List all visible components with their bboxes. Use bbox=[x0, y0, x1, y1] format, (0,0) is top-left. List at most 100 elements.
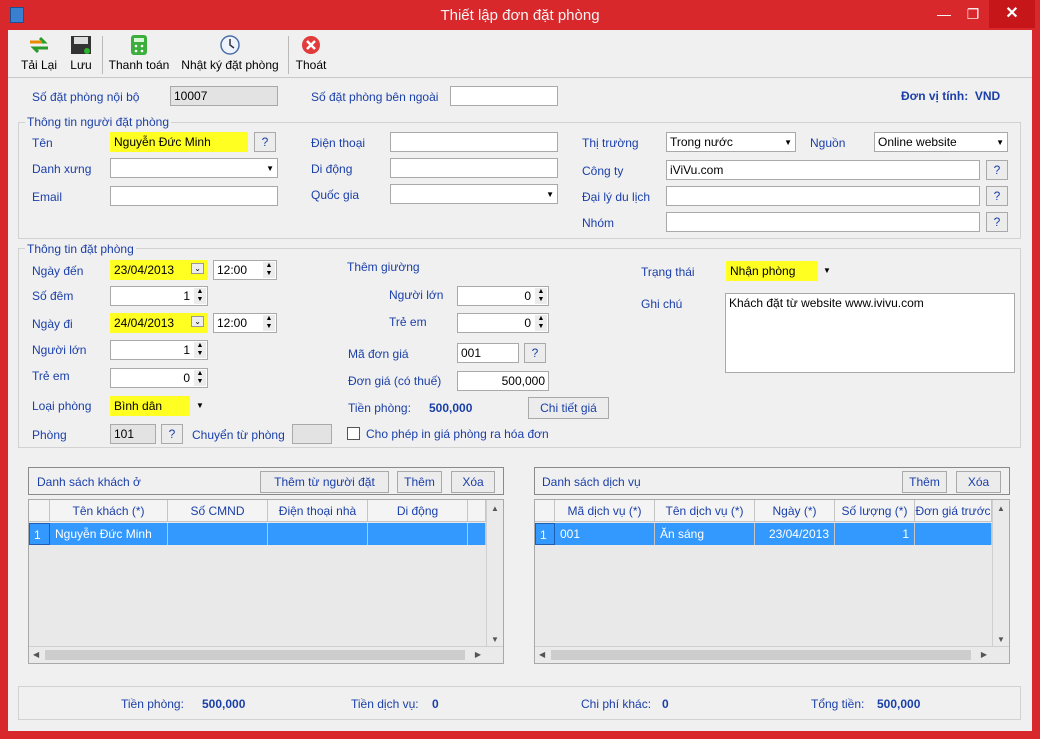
add-from-booker-button[interactable]: Thêm từ người đặt bbox=[260, 471, 389, 493]
company-input[interactable]: iViVu.com bbox=[666, 160, 980, 180]
row-index: 1 bbox=[535, 523, 555, 545]
spinner-icon[interactable]: ▲ ▼ bbox=[263, 262, 275, 278]
internal-booking-label: Số đặt phòng nội bộ bbox=[32, 90, 140, 104]
rate-code-input[interactable]: 001 bbox=[457, 343, 519, 363]
nights-stepper[interactable]: 1 ▲ ▼ bbox=[110, 286, 208, 306]
extra-children-stepper[interactable]: 0 ▲ ▼ bbox=[457, 313, 549, 333]
source-select[interactable]: Online website ▼ bbox=[874, 132, 1008, 152]
spinner-icon[interactable]: ▲ ▼ bbox=[535, 315, 547, 331]
company-lookup-button[interactable]: ? bbox=[986, 160, 1008, 180]
horizontal-scrollbar[interactable]: ◀ ▶ bbox=[535, 646, 1009, 663]
rate-code-lookup-button[interactable]: ? bbox=[524, 343, 546, 363]
close-button[interactable]: ✕ bbox=[989, 0, 1035, 28]
group-lookup-button[interactable]: ? bbox=[986, 212, 1008, 232]
vertical-scrollbar[interactable]: ▲ ▼ bbox=[486, 500, 503, 646]
minimize-icon[interactable]: — bbox=[930, 0, 958, 28]
services-title: Danh sách dịch vụ bbox=[542, 475, 641, 489]
col-service-price[interactable]: Đơn giá trước bbox=[915, 500, 992, 522]
col-service-name[interactable]: Tên dịch vụ (*) bbox=[655, 500, 755, 522]
extra-bed-label: Thêm giường bbox=[347, 260, 420, 274]
note-textarea[interactable]: Khách đặt từ website www.ivivu.com bbox=[725, 293, 1015, 373]
service-name-cell[interactable]: Ăn sáng bbox=[655, 523, 755, 545]
agent-input[interactable] bbox=[666, 186, 980, 206]
pay-button[interactable]: Thanh toán bbox=[107, 32, 171, 76]
arrive-label: Ngày đến bbox=[32, 264, 84, 278]
depart-date-picker[interactable]: 24/04/2013 ⌄ bbox=[110, 313, 208, 333]
roomtype-select[interactable]: Bình dân bbox=[110, 396, 190, 416]
spinner-icon[interactable]: ▲ ▼ bbox=[263, 315, 275, 331]
col-service-date[interactable]: Ngày (*) bbox=[755, 500, 835, 522]
group-input[interactable] bbox=[666, 212, 980, 232]
print-price-checkbox[interactable] bbox=[347, 427, 360, 440]
note-label: Ghi chú bbox=[641, 297, 683, 311]
table-row[interactable]: 1 001 Ăn sáng 23/04/2013 1 bbox=[535, 523, 992, 545]
name-lookup-button[interactable]: ? bbox=[254, 132, 276, 152]
footer-other-value: 0 bbox=[662, 697, 669, 711]
chevron-down-icon[interactable]: ▼ bbox=[823, 266, 831, 275]
chevron-down-icon: ▼ bbox=[784, 138, 792, 147]
children-stepper[interactable]: 0 ▲ ▼ bbox=[110, 368, 208, 388]
horizontal-scrollbar[interactable]: ◀ ▶ bbox=[29, 646, 503, 663]
reload-button[interactable]: Tải Lại bbox=[18, 32, 60, 76]
add-guest-button[interactable]: Thêm bbox=[397, 471, 442, 493]
extra-children-label: Trẻ em bbox=[389, 315, 427, 329]
vertical-scrollbar[interactable]: ▲ ▼ bbox=[992, 500, 1009, 646]
room-lookup-button[interactable]: ? bbox=[161, 424, 183, 444]
status-select[interactable]: Nhận phòng bbox=[726, 261, 818, 281]
row-header-corner bbox=[29, 500, 50, 522]
external-booking-input[interactable] bbox=[450, 86, 558, 106]
col-home-phone[interactable]: Điện thoại nhà bbox=[268, 500, 368, 522]
exit-button[interactable]: Thoát bbox=[293, 32, 329, 76]
room-label: Phòng bbox=[32, 428, 67, 442]
col-guest-name[interactable]: Tên khách (*) bbox=[50, 500, 168, 522]
maximize-icon[interactable]: ❐ bbox=[959, 0, 987, 28]
country-select[interactable]: ▼ bbox=[390, 184, 558, 204]
chevron-down-icon[interactable]: ▼ bbox=[196, 401, 204, 410]
adults-stepper[interactable]: 1 ▲ ▼ bbox=[110, 340, 208, 360]
guest-home-cell[interactable] bbox=[268, 523, 368, 545]
footer-room-value: 500,000 bbox=[202, 697, 246, 711]
col-mobile[interactable]: Di động bbox=[368, 500, 468, 522]
footer-service-value: 0 bbox=[432, 697, 439, 711]
booking-log-button[interactable]: Nhật ký đặt phòng bbox=[178, 32, 282, 76]
adults-label: Người lớn bbox=[32, 343, 87, 357]
depart-label: Ngày đi bbox=[32, 317, 73, 331]
market-select[interactable]: Trong nước ▼ bbox=[666, 132, 796, 152]
guest-mobile-cell[interactable] bbox=[368, 523, 468, 545]
col-id-number[interactable]: Số CMND bbox=[168, 500, 268, 522]
service-date-cell[interactable]: 23/04/2013 bbox=[755, 523, 835, 545]
country-label: Quốc gia bbox=[311, 188, 360, 202]
service-code-cell[interactable]: 001 bbox=[555, 523, 655, 545]
arrive-date-picker[interactable]: 23/04/2013 ⌄ bbox=[110, 260, 208, 280]
service-qty-cell[interactable]: 1 bbox=[835, 523, 915, 545]
rate-input[interactable]: 500,000 bbox=[457, 371, 549, 391]
salutation-select[interactable]: ▼ bbox=[110, 158, 278, 178]
name-input[interactable]: Nguyễn Đức Minh bbox=[110, 132, 248, 152]
delete-service-button[interactable]: Xóa bbox=[956, 471, 1001, 493]
guest-filler-cell bbox=[468, 523, 486, 545]
save-button[interactable]: Lưu bbox=[65, 32, 97, 76]
guest-id-cell[interactable] bbox=[168, 523, 268, 545]
service-price-cell[interactable] bbox=[915, 523, 992, 545]
col-service-qty[interactable]: Số lượng (*) bbox=[835, 500, 915, 522]
transfer-field bbox=[292, 424, 332, 444]
spinner-icon[interactable]: ▲ ▼ bbox=[535, 288, 547, 304]
email-input[interactable] bbox=[110, 186, 278, 206]
depart-time-input[interactable]: 12:00 ▲ ▼ bbox=[213, 313, 277, 333]
agent-lookup-button[interactable]: ? bbox=[986, 186, 1008, 206]
roomtype-label: Loại phòng bbox=[32, 399, 92, 413]
price-detail-button[interactable]: Chi tiết giá bbox=[528, 397, 609, 419]
delete-guest-button[interactable]: Xóa bbox=[451, 471, 495, 493]
arrive-time-input[interactable]: 12:00 ▲ ▼ bbox=[213, 260, 277, 280]
spinner-icon[interactable]: ▲ ▼ bbox=[194, 342, 206, 358]
phone-input[interactable] bbox=[390, 132, 558, 152]
chevron-down-icon: ⌄ bbox=[191, 316, 204, 327]
table-row[interactable]: 1 Nguyễn Đức Minh bbox=[29, 523, 486, 545]
add-service-button[interactable]: Thêm bbox=[902, 471, 947, 493]
mobile-input[interactable] bbox=[390, 158, 558, 178]
extra-adults-stepper[interactable]: 0 ▲ ▼ bbox=[457, 286, 549, 306]
col-service-code[interactable]: Mã dịch vụ (*) bbox=[555, 500, 655, 522]
spinner-icon[interactable]: ▲ ▼ bbox=[194, 288, 206, 304]
guest-name-cell[interactable]: Nguyễn Đức Minh bbox=[50, 523, 168, 545]
spinner-icon[interactable]: ▲ ▼ bbox=[194, 370, 206, 386]
